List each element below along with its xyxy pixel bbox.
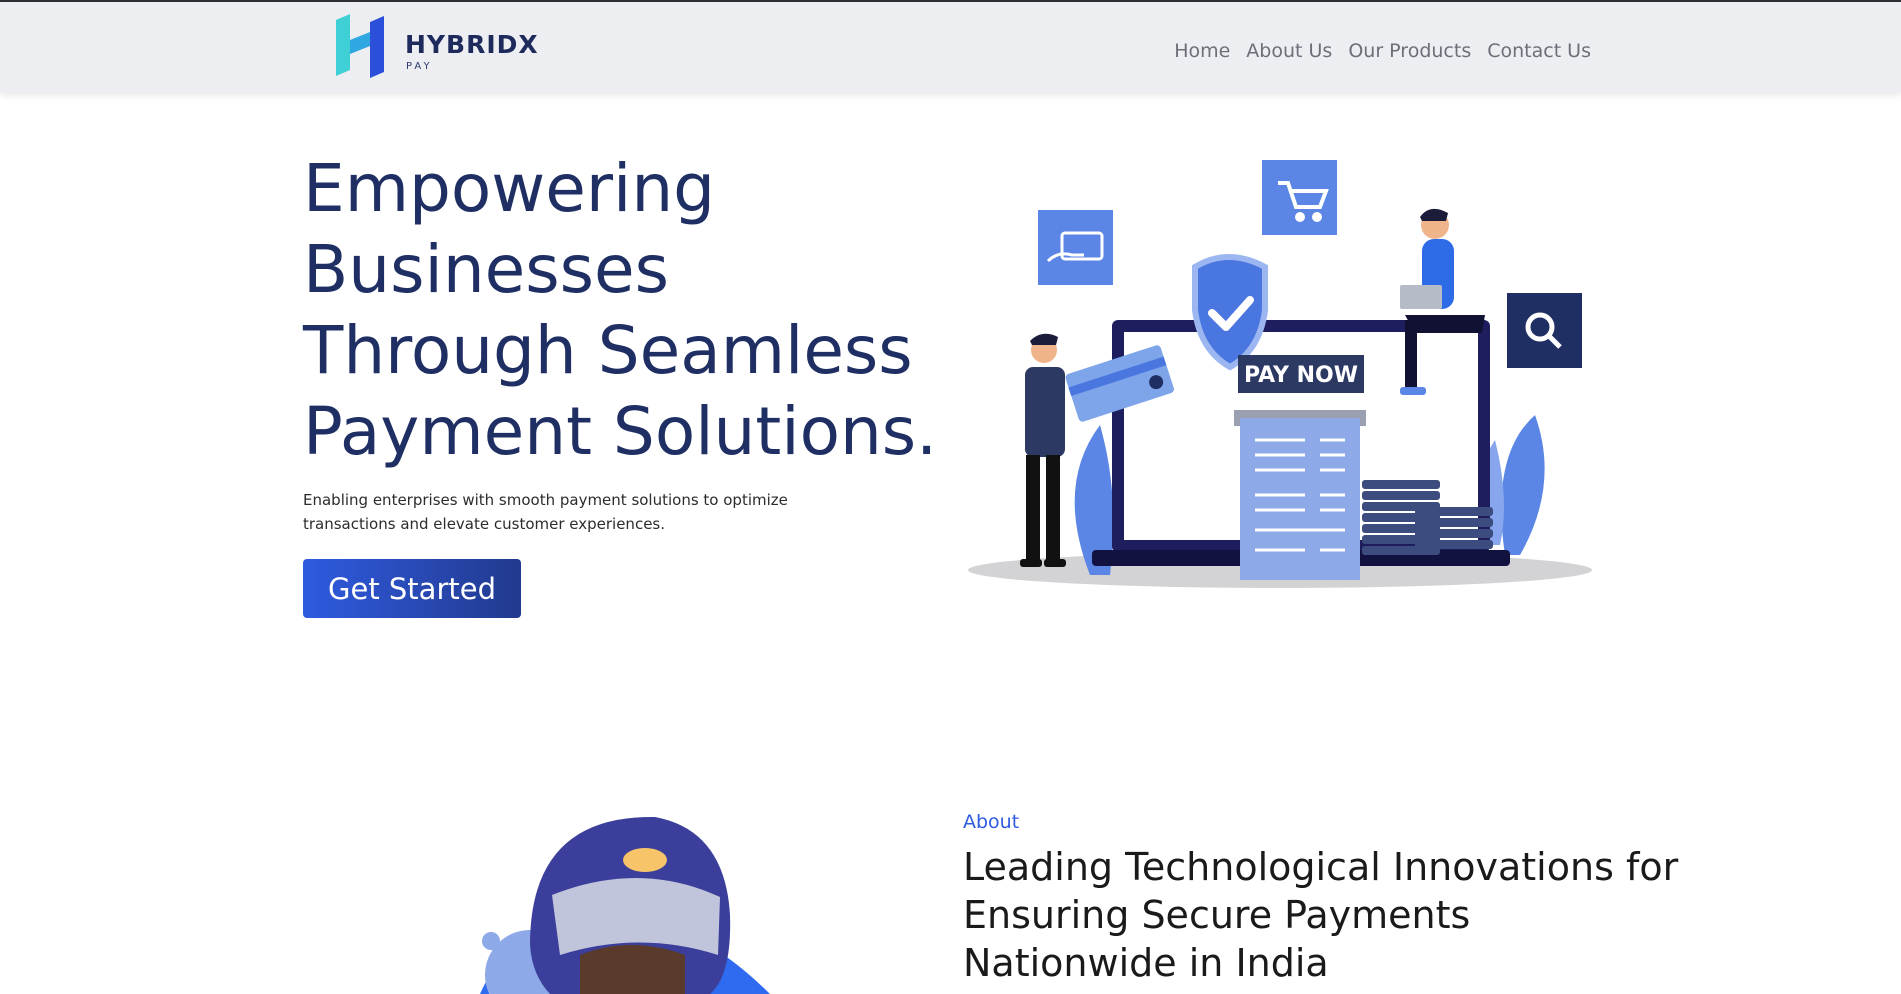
face [580,945,685,994]
plant-right [1501,415,1545,555]
get-started-button[interactable]: Get Started [303,559,521,618]
brand-tagline: PAY [406,61,433,72]
brand-name: HYBRIDX [405,30,539,59]
nav-our-products[interactable]: Our Products [1348,40,1471,62]
nav-about-us[interactable]: About Us [1246,40,1332,62]
about-section-label: About [963,811,1020,833]
about-image [480,816,770,994]
payment-illustration: PAY NOW [968,160,1592,588]
cart-icon-tile [1262,160,1337,235]
nav-home[interactable]: Home [1174,40,1230,62]
nav-contact-us[interactable]: Contact Us [1487,40,1591,62]
hero-subtitle: Enabling enterprises with smooth payment… [303,491,788,533]
about-section-title: Leading Technological Innovations for En… [963,845,1679,985]
hero-title: Empowering Businesses Through Seamless P… [303,150,938,470]
search-icon-tile [1507,293,1582,368]
main-nav: Home About Us Our Products Contact Us [1174,40,1591,62]
pay-now-label: PAY NOW [1244,363,1358,388]
hybridx-logo-icon [336,14,384,78]
receipt [1240,418,1360,580]
brand-logo[interactable]: HYBRIDX PAY [330,12,538,84]
navbar: HYBRIDX PAY Home About Us Our Products C… [0,2,1901,92]
